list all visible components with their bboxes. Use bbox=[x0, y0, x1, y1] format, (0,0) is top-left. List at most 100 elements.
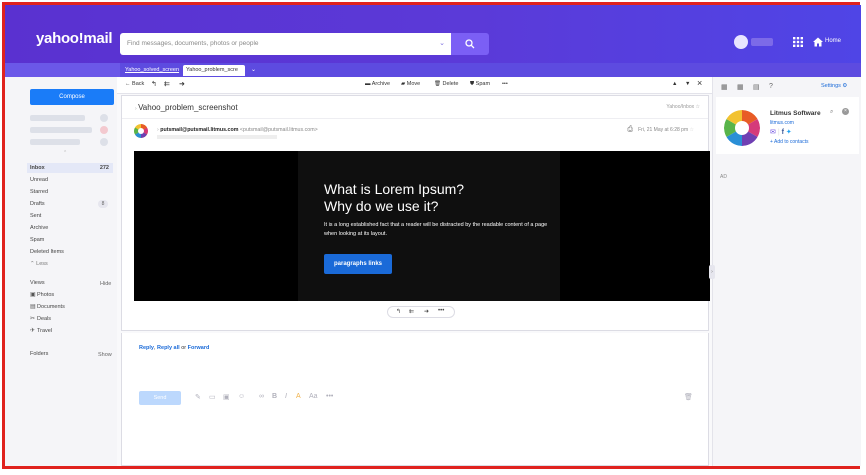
move-button[interactable]: ▰ Move bbox=[401, 81, 420, 87]
delete-button[interactable]: 🗑︎ Delete bbox=[434, 81, 458, 87]
reply-all-link[interactable]: Reply all bbox=[157, 345, 180, 351]
contact-website-link[interactable]: litmus.com bbox=[770, 120, 794, 126]
calendar-icon[interactable]: ▦ bbox=[737, 83, 744, 91]
reply-link[interactable]: Reply bbox=[139, 345, 154, 351]
previous-message-icon[interactable]: ▲ bbox=[672, 81, 677, 87]
text-color-icon[interactable]: A bbox=[296, 393, 301, 400]
sidebar-item-label: Deals bbox=[37, 316, 52, 322]
account-entry-redacted[interactable] bbox=[30, 139, 80, 145]
account-avatar-redacted bbox=[100, 114, 108, 122]
cloud-attach-icon[interactable]: ▭ bbox=[209, 393, 216, 401]
panel-collapse-handle[interactable]: › bbox=[709, 265, 715, 279]
account-badge-redacted bbox=[100, 126, 108, 134]
delete-label: Delete bbox=[442, 81, 459, 87]
close-icon[interactable]: × bbox=[697, 78, 702, 88]
more-actions-icon[interactable]: ••• bbox=[438, 308, 444, 314]
mail-icon[interactable]: ✉ bbox=[770, 129, 776, 136]
sidebar-item-spam[interactable]: Spam bbox=[30, 235, 44, 245]
facebook-icon[interactable]: f bbox=[782, 129, 784, 136]
account-avatar-redacted bbox=[100, 138, 108, 146]
settings-link[interactable]: Settings ⚙ bbox=[821, 83, 847, 89]
less-label: Less bbox=[36, 261, 48, 267]
reply-all-icon[interactable]: ⇇ bbox=[164, 80, 170, 88]
archive-button[interactable]: ▬ Archive bbox=[365, 81, 390, 87]
reply-composer[interactable]: Reply, Reply all or Forward Send ✎ ▭ ▣ ☺… bbox=[121, 333, 709, 466]
forward-link[interactable]: Forward bbox=[188, 345, 210, 351]
back-button[interactable]: ← Back bbox=[125, 81, 144, 87]
message-folder-label[interactable]: Yahoo/Inbox ☆ bbox=[666, 104, 700, 110]
search-button[interactable] bbox=[451, 33, 489, 55]
sidebar-item-starred[interactable]: Starred bbox=[30, 187, 48, 197]
forward-icon[interactable]: ➜ bbox=[424, 308, 429, 315]
account-entry-redacted[interactable] bbox=[30, 127, 92, 133]
paragraphs-links-button[interactable]: paragraphs links bbox=[324, 254, 392, 274]
sidebar-item-archive[interactable]: Archive bbox=[30, 223, 48, 233]
sidebar-item-sent[interactable]: Sent bbox=[30, 211, 41, 221]
close-icon[interactable]: × bbox=[842, 108, 849, 115]
reply-all-icon[interactable]: ⇇ bbox=[409, 308, 414, 315]
emoji-icon[interactable]: ☺ bbox=[238, 393, 245, 400]
spam-button[interactable]: ⛊ Spam bbox=[470, 81, 490, 88]
sidebar-item-deleted-items[interactable]: Deleted Items bbox=[30, 247, 64, 257]
send-button[interactable]: Send bbox=[139, 391, 181, 405]
spam-label: Spam bbox=[475, 81, 491, 87]
reply-options: Reply, Reply all or Forward bbox=[139, 345, 210, 351]
font-size-icon[interactable]: Aa bbox=[309, 393, 318, 400]
sidebar-item-travel[interactable]: ✈ Travel bbox=[30, 326, 52, 336]
views-hide-link[interactable]: Hide bbox=[100, 281, 111, 287]
account-name-redacted[interactable] bbox=[751, 38, 773, 46]
forward-icon[interactable]: ➜ bbox=[179, 80, 185, 88]
sidebar-item-unread[interactable]: Unread bbox=[30, 175, 48, 185]
help-icon[interactable]: ? bbox=[769, 83, 773, 90]
sidebar-less-toggle[interactable]: ⌃ Less bbox=[30, 259, 48, 269]
email-paragraph: It is a long established fact that a rea… bbox=[324, 222, 548, 237]
gif-icon[interactable]: ▣ bbox=[223, 393, 230, 401]
search-options-chevron-icon[interactable]: ⌄ bbox=[439, 39, 445, 47]
next-message-icon[interactable]: ▼ bbox=[685, 81, 690, 87]
message-card: › Vahoo_problem_screenshot Yahoo/Inbox ☆… bbox=[121, 95, 710, 331]
contacts-icon[interactable]: ▦ bbox=[721, 83, 728, 91]
sidebar-item-deals[interactable]: ✂ Deals bbox=[30, 314, 51, 324]
search-input[interactable]: Find messages, documents, photos or peop… bbox=[120, 33, 451, 55]
link-icon[interactable]: ∞ bbox=[259, 393, 264, 400]
compose-button[interactable]: Compose bbox=[30, 89, 114, 105]
folders-show-link[interactable]: Show bbox=[98, 352, 112, 358]
sidebar-item-documents[interactable]: ▤Documents bbox=[30, 302, 65, 312]
star-icon[interactable]: ☆ bbox=[696, 104, 700, 110]
litmus-logo bbox=[724, 110, 760, 146]
email-body-banner: What is Lorem Ipsum? Why do we use it? I… bbox=[134, 151, 710, 301]
sidebar-item-label: Documents bbox=[37, 304, 65, 310]
tabs-dropdown-chevron-icon[interactable]: ⌄ bbox=[248, 65, 258, 76]
bold-icon[interactable]: B bbox=[272, 393, 277, 400]
tab-yahoo-problem-screen[interactable]: Yahoo_problem_scre bbox=[183, 65, 245, 76]
avatar[interactable] bbox=[734, 35, 748, 49]
account-entry-redacted[interactable] bbox=[30, 115, 85, 121]
attachment-icon[interactable]: ✎ bbox=[195, 393, 201, 401]
quick-actions-pill: ↰ ⇇ ➜ ••• bbox=[387, 306, 455, 318]
tab-yahoo-solved-screen[interactable]: Yahoo_solved_screen bbox=[122, 65, 182, 76]
apps-grid-icon[interactable] bbox=[793, 37, 803, 49]
home-button[interactable]: Home bbox=[813, 37, 841, 49]
twitter-icon[interactable]: ✦ bbox=[786, 129, 792, 136]
sidebar-item-photos[interactable]: ▣Photos bbox=[30, 290, 54, 300]
more-actions-icon[interactable]: ••• bbox=[502, 81, 508, 87]
star-icon[interactable]: ☆ bbox=[690, 127, 694, 133]
search-icon[interactable]: ⌕ bbox=[830, 109, 833, 116]
add-to-contacts-link[interactable]: + Add to contacts bbox=[770, 139, 809, 145]
sidebar-item-label: Photos bbox=[37, 292, 55, 298]
discard-draft-icon[interactable]: 🗑︎ bbox=[684, 393, 693, 401]
notepad-icon[interactable]: ▤ bbox=[753, 83, 760, 91]
left-sidebar: Compose ⌃ Inbox 272 Unread Starred Draft… bbox=[5, 77, 117, 466]
more-formatting-icon[interactable]: ••• bbox=[326, 393, 333, 400]
photo-icon: ▣ bbox=[30, 292, 36, 298]
reply-icon[interactable]: ↰ bbox=[396, 308, 401, 315]
reply-icon[interactable]: ↰ bbox=[151, 80, 157, 88]
yahoo-mail-logo[interactable]: yahoo!mail bbox=[36, 30, 112, 47]
sender-line[interactable]: › putsmail@putsmail.litmus.com <putsmail… bbox=[157, 127, 318, 133]
sidebar-item-inbox[interactable]: Inbox 272 bbox=[27, 163, 113, 173]
sidebar-item-drafts[interactable]: Drafts bbox=[30, 199, 45, 209]
italic-icon[interactable]: I bbox=[285, 393, 287, 400]
message-subject: › Vahoo_problem_screenshot bbox=[135, 103, 238, 112]
accounts-expand-icon[interactable]: ⌃ bbox=[63, 150, 67, 156]
print-icon[interactable]: ⎙ bbox=[627, 126, 633, 134]
